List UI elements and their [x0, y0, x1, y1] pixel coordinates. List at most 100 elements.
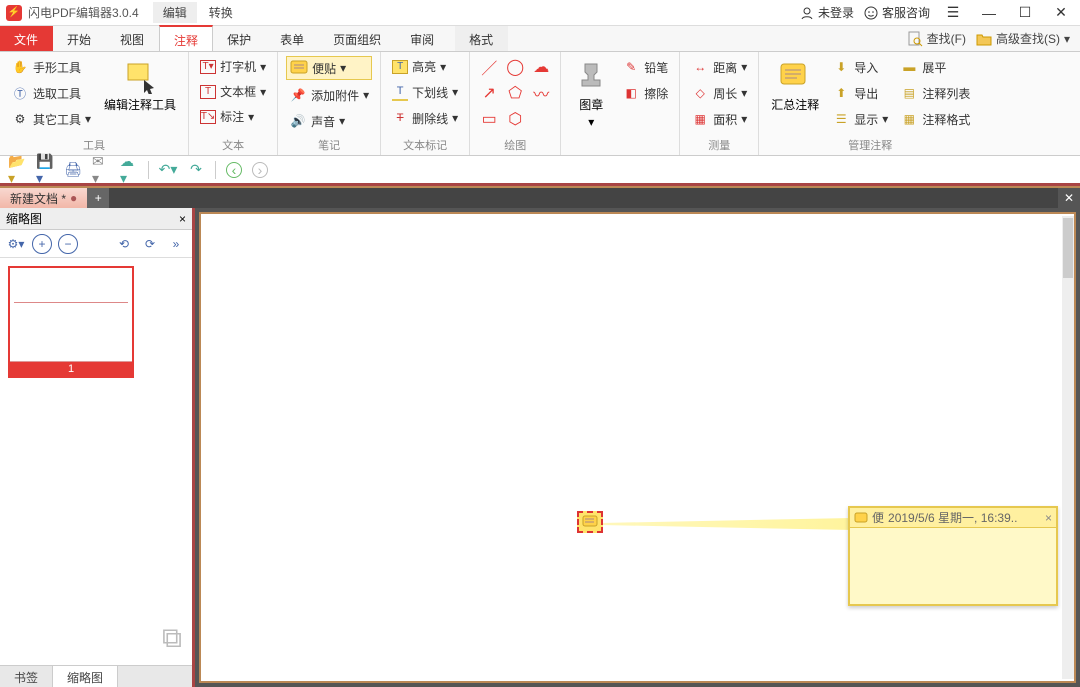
strikethrough-button[interactable]: T删除线▾	[389, 107, 461, 129]
stamp-button[interactable]: 图章▾	[569, 56, 613, 131]
popup-close-icon[interactable]: ×	[1045, 511, 1052, 525]
close-tab-icon[interactable]: ●	[70, 191, 77, 205]
sidebar: 缩略图 × ⚙▾ + − ⟲ ⟳ » 1 ⧉ 书签 缩略图	[0, 208, 195, 687]
minimize-button[interactable]: —	[976, 3, 1002, 23]
other-tools-button[interactable]: ⚙其它工具▾	[8, 108, 94, 130]
hand-icon: ✋	[11, 58, 29, 76]
polyline-shape-icon[interactable]: 〰	[530, 82, 552, 104]
shape-more-icon[interactable]	[530, 108, 552, 130]
find-button[interactable]: 查找(F)	[907, 30, 966, 47]
callout-button[interactable]: T↘标注▾	[197, 106, 269, 127]
underline-button[interactable]: T下划线▾	[389, 81, 461, 103]
group-draw-label	[569, 151, 671, 153]
sticky-note-popup[interactable]: 便 2019/5/6 星期一, 16:39.. ×	[848, 506, 1058, 606]
rect-shape-icon[interactable]: ▭	[478, 108, 500, 130]
export-button[interactable]: ⬆导出	[829, 82, 891, 104]
save-icon[interactable]: 💾▾	[36, 161, 54, 179]
polygon-shape-icon[interactable]: ⬠	[504, 82, 526, 104]
zoom-in-icon[interactable]: +	[32, 234, 52, 254]
page-find-icon	[907, 31, 923, 47]
annot-format-button[interactable]: ▦注释格式	[897, 108, 973, 130]
print-icon[interactable]: 🖨	[64, 161, 82, 179]
sticky-note-button[interactable]: 便贴▾	[286, 56, 372, 80]
annot-list-button[interactable]: ▤注释列表	[897, 82, 973, 104]
hand-tool-button[interactable]: ✋手形工具	[8, 56, 94, 78]
login-status[interactable]: 未登录	[800, 4, 854, 21]
line-shape-icon[interactable]: ／	[478, 56, 500, 78]
tab-format[interactable]: 格式	[455, 26, 508, 51]
prev-view-icon[interactable]: ‹	[226, 162, 242, 178]
tab-forms[interactable]: 表单	[266, 26, 319, 51]
close-all-tabs-button[interactable]: ✕	[1058, 188, 1080, 208]
tab-view[interactable]: 视图	[106, 26, 159, 51]
support-button[interactable]: 客服咨询	[864, 4, 930, 21]
vertical-scrollbar[interactable]	[1062, 216, 1074, 679]
tab-review[interactable]: 审阅	[396, 26, 449, 51]
popup-textarea[interactable]	[850, 528, 1056, 604]
hexagon-shape-icon[interactable]: ⬡	[504, 108, 526, 130]
mode-tab-convert[interactable]: 转换	[199, 2, 243, 23]
advanced-find-button[interactable]: 高级查找(S)▾	[976, 30, 1070, 47]
hamburger-icon[interactable]: ☰	[940, 3, 966, 23]
perimeter-button[interactable]: ◇周长▾	[688, 82, 750, 104]
highlight-button[interactable]: T高亮▾	[389, 56, 461, 77]
zoom-out-icon[interactable]: −	[58, 234, 78, 254]
sidebar-tab-thumbnails[interactable]: 缩略图	[53, 666, 118, 687]
pencil-button[interactable]: ✎铅笔	[619, 56, 671, 78]
sound-button[interactable]: 🔊声音▾	[286, 110, 372, 132]
undo-icon[interactable]: ↶▾	[159, 161, 177, 179]
mode-tab-edit[interactable]: 编辑	[153, 2, 197, 23]
pages-stack-icon: ⧉	[162, 622, 182, 655]
arrow-shape-icon[interactable]: ↗	[478, 82, 500, 104]
sidebar-close-icon[interactable]: ×	[179, 212, 186, 226]
sidebar-tab-bookmarks[interactable]: 书签	[0, 666, 53, 687]
tab-start[interactable]: 开始	[53, 26, 106, 51]
mail-icon[interactable]: ✉▾	[92, 161, 110, 179]
next-view-icon[interactable]: ›	[252, 162, 268, 178]
cloud-shape-icon[interactable]: ☁	[530, 56, 552, 78]
tab-protect[interactable]: 保护	[213, 26, 266, 51]
popup-header[interactable]: 便 2019/5/6 星期一, 16:39.. ×	[850, 508, 1056, 528]
new-tab-button[interactable]: +	[87, 188, 109, 208]
cloud-icon[interactable]: ☁▾	[120, 161, 138, 179]
import-button[interactable]: ⬇导入	[829, 56, 891, 78]
oval-shape-icon[interactable]: ◯	[504, 56, 526, 78]
page-thumbnail[interactable]: 1	[8, 266, 134, 378]
textbox-button[interactable]: T文本框▾	[197, 81, 269, 102]
tab-pages[interactable]: 页面组织	[319, 26, 396, 51]
annot-format-label: 注释格式	[922, 111, 970, 128]
hand-tool-label: 手形工具	[33, 59, 81, 76]
page-canvas[interactable]	[203, 216, 1062, 679]
popup-date: 2019/5/6 星期一, 16:39..	[888, 509, 1017, 526]
smile-icon	[864, 6, 878, 20]
thumb-options-icon[interactable]: ⚙▾	[6, 234, 26, 254]
maximize-button[interactable]: ☐	[1012, 3, 1038, 23]
redo-icon[interactable]: ↷	[187, 161, 205, 179]
advanced-find-label: 高级查找(S)	[996, 30, 1060, 47]
distance-icon: ↔	[691, 58, 709, 76]
scrollbar-thumb[interactable]	[1063, 218, 1073, 278]
rotate-left-icon[interactable]: ⟲	[114, 234, 134, 254]
thumb-more-icon[interactable]: »	[166, 234, 186, 254]
summary-icon	[777, 58, 813, 94]
show-icon: ☰	[832, 110, 850, 128]
flatten-button[interactable]: ▬展平	[897, 56, 973, 78]
rotate-right-icon[interactable]: ⟳	[140, 234, 160, 254]
tab-file[interactable]: 文件	[0, 26, 53, 51]
canvas-wrap: 便 2019/5/6 星期一, 16:39.. ×	[195, 208, 1080, 687]
group-tools: ✋手形工具 Ⓣ选取工具 ⚙其它工具▾ 编辑注释工具 工具	[0, 52, 189, 155]
tab-annotate[interactable]: 注释	[159, 25, 213, 51]
select-tool-button[interactable]: Ⓣ选取工具	[8, 82, 94, 104]
edit-annotations-button[interactable]: 编辑注释工具	[100, 56, 180, 115]
erase-button[interactable]: ◧擦除	[619, 82, 671, 104]
typewriter-button[interactable]: T▾打字机▾	[197, 56, 269, 77]
summary-button[interactable]: 汇总注释	[767, 56, 823, 115]
sticky-note-annotation[interactable]	[577, 511, 603, 533]
document-tab[interactable]: 新建文档 *●	[0, 188, 87, 208]
distance-button[interactable]: ↔距离▾	[688, 56, 750, 78]
attach-file-button[interactable]: 📌添加附件▾	[286, 84, 372, 106]
show-button[interactable]: ☰显示▾	[829, 108, 891, 130]
close-button[interactable]: ✕	[1048, 3, 1074, 23]
area-button[interactable]: ▦面积▾	[688, 108, 750, 130]
open-icon[interactable]: 📂▾	[8, 161, 26, 179]
